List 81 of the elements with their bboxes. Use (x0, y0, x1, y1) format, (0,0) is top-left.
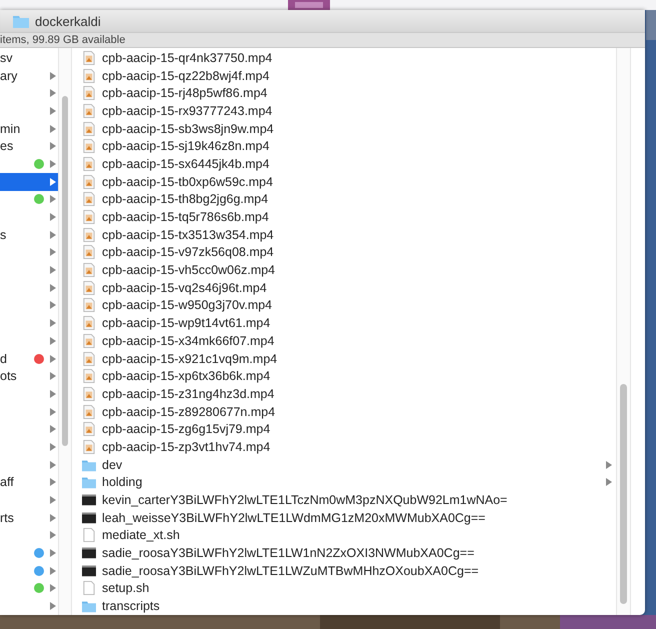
file-item[interactable]: cpb-aacip-15-rx93777243.mp4 (82, 102, 616, 120)
video-file-icon (82, 104, 96, 118)
sidebar-item[interactable] (0, 172, 58, 190)
video-file-icon (82, 422, 96, 436)
file-item[interactable]: cpb-aacip-15-x34mk66f07.mp4 (82, 332, 616, 350)
file-item[interactable]: cpb-aacip-15-th8bg2jg6g.mp4 (82, 190, 616, 208)
video-file-icon (82, 440, 96, 454)
document-icon (82, 528, 96, 542)
video-file-icon (82, 245, 96, 260)
video-file-icon (82, 86, 96, 100)
chevron-icon (606, 460, 612, 469)
terminal-icon (82, 564, 96, 578)
terminal-icon (82, 546, 96, 560)
video-file-icon (82, 298, 96, 312)
document-icon (82, 581, 96, 596)
file-item[interactable]: cpb-aacip-15-xp6tx36b6k.mp4 (82, 367, 616, 386)
sidebar-item[interactable]: es (0, 137, 58, 156)
sidebar-item[interactable]: aff (0, 474, 58, 492)
sidebar-item[interactable]: ots (0, 367, 58, 386)
chevron-icon (606, 478, 612, 486)
file-item[interactable]: cpb-aacip-15-wp9t14vt61.mp4 (82, 314, 616, 332)
file-item[interactable]: cpb-aacip-15-w950g3j70v.mp4 (82, 296, 616, 314)
file-item[interactable]: cpb-aacip-15-rj48p5wf86.mp4 (82, 84, 616, 102)
video-file-icon (82, 334, 96, 348)
file-item[interactable]: sadie_roosaY3BiLWFhY2lwLTE1LWZuMTBwMHhzOXoubXA0Cg== (82, 562, 616, 580)
sidebar-item[interactable]: rts (0, 508, 58, 527)
terminal-icon (82, 493, 96, 508)
file-item[interactable]: dev (82, 456, 616, 474)
file-item[interactable]: cpb-aacip-15-x921c1vq9m.mp4 (82, 350, 616, 368)
window-title: dockerkaldi (35, 14, 101, 28)
video-file-icon (82, 68, 96, 83)
file-item[interactable]: cpb-aacip-15-v97zk56q08.mp4 (82, 244, 616, 262)
folder-icon (13, 14, 29, 28)
terminal-icon (82, 510, 96, 525)
file-item[interactable]: cpb-aacip-15-zg6g15vj79.mp4 (82, 420, 616, 438)
file-item[interactable]: mediate_xt.sh (82, 526, 616, 544)
file-item[interactable]: setup.sh (82, 580, 616, 598)
video-file-icon (82, 50, 96, 65)
file-item[interactable]: cpb-aacip-15-sj19k46z8n.mp4 (82, 137, 616, 156)
file-item[interactable]: cpb-aacip-15-qz22b8wj4f.mp4 (82, 66, 616, 84)
file-item[interactable]: kevin_carterY3BiLWFhY2lwLTE1LTczNm0wM3pzNXQubW92Lm1wNAo= (82, 491, 616, 509)
video-file-icon (82, 404, 96, 419)
sidebar-item[interactable]: min (0, 120, 58, 138)
video-file-icon (82, 369, 96, 384)
sidebar-item[interactable]: d (0, 350, 58, 368)
sidebar-item[interactable]: ary (0, 66, 58, 84)
video-file-icon (82, 156, 96, 171)
file-item[interactable]: leah_weisseY3BiLWFhY2lwLTE1LWdmMG1zM20xMWMubXA0Cg== (82, 508, 616, 527)
video-file-icon (82, 263, 96, 278)
scrollbar-thumb[interactable] (62, 96, 68, 446)
file-item[interactable]: transcripts (82, 597, 616, 615)
file-item[interactable]: cpb-aacip-15-vq2s46j96t.mp4 (82, 278, 616, 297)
video-file-icon (82, 228, 96, 242)
video-file-icon (82, 174, 96, 189)
file-item[interactable]: cpb-aacip-15-z31ng4hz3d.mp4 (82, 385, 616, 403)
file-item[interactable]: cpb-aacip-15-vh5cc0w06z.mp4 (82, 261, 616, 279)
file-item[interactable]: holding (82, 474, 616, 492)
video-file-icon (82, 139, 96, 154)
scrollbar-thumb[interactable] (620, 384, 627, 604)
file-item[interactable]: cpb-aacip-15-qr4nk37750.mp4 (82, 49, 616, 67)
file-item[interactable]: cpb-aacip-15-z89280677n.mp4 (82, 402, 616, 420)
file-item[interactable]: cpb-aacip-15-sb3ws8jn9w.mp4 (82, 120, 616, 138)
sidebar-item[interactable]: s (0, 226, 58, 244)
video-file-icon (82, 192, 96, 206)
video-file-icon (82, 122, 96, 136)
file-item[interactable]: cpb-aacip-15-tq5r786s6b.mp4 (82, 208, 616, 226)
folder-icon (82, 475, 96, 490)
video-file-icon (82, 316, 96, 330)
video-file-icon (82, 280, 96, 295)
file-item[interactable]: cpb-aacip-15-tx3513w354.mp4 (82, 226, 616, 244)
video-file-icon (82, 210, 96, 224)
file-item[interactable]: sadie_roosaY3BiLWFhY2lwLTE1LW1nN2ZxOXI3NWMubXA0Cg== (82, 544, 616, 562)
sidebar-item[interactable]: sv (0, 49, 58, 67)
file-item[interactable]: cpb-aacip-15-sx6445jk4b.mp4 (82, 155, 616, 173)
status-bar: items, 99.89 GB available (0, 32, 645, 48)
folder-icon (82, 599, 96, 614)
video-file-icon (82, 352, 96, 366)
video-file-icon (82, 386, 96, 401)
file-item[interactable]: cpb-aacip-15-tb0xp6w59c.mp4 (82, 172, 616, 190)
file-item[interactable]: cpb-aacip-15-zp3vt1hv74.mp4 (82, 438, 616, 456)
folder-icon (82, 458, 96, 472)
